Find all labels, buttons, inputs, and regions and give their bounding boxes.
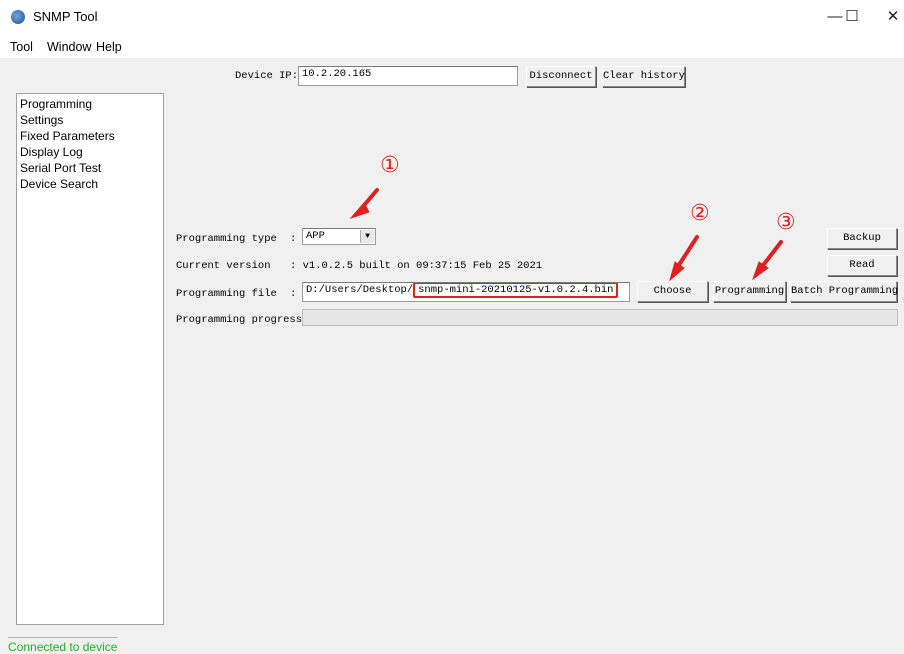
chevron-down-icon[interactable]: ▼ [360,230,374,243]
status-text: Connected to device [8,637,118,654]
read-button[interactable]: Read [827,255,897,276]
arrow-two-icon [675,235,699,270]
current-version-label: Current version [176,260,271,272]
backup-button[interactable]: Backup [827,228,897,249]
programming-type-value: APP [306,230,325,242]
programming-file-input[interactable]: D:/Users/Desktop/snmp-mini-20210125-v1.0… [302,282,630,302]
programming-type-label: Programming type [176,233,277,245]
programming-file-name: snmp-mini-20210125-v1.0.2.4.bin [413,283,619,298]
programming-file-label: Programming file [176,288,277,300]
programming-type-select[interactable]: APP ▼ [302,228,376,245]
programming-file-path: D:/Users/Desktop/ [306,284,414,296]
choose-button[interactable]: Choose [637,281,708,302]
programming-progress-bar [302,309,898,326]
programming-type-sep: : [290,233,297,245]
annotation-arrows [349,188,783,282]
current-version-value: : v1.0.2.5 built on 09:37:15 Feb 25 2021 [290,260,543,272]
programming-progress-label: Programming progress: [176,314,309,326]
programming-file-sep: : [290,288,297,300]
batch-programming-button[interactable]: Batch Programming [790,281,898,302]
arrow-three-icon [759,240,783,270]
programming-button[interactable]: Programming [713,281,786,302]
